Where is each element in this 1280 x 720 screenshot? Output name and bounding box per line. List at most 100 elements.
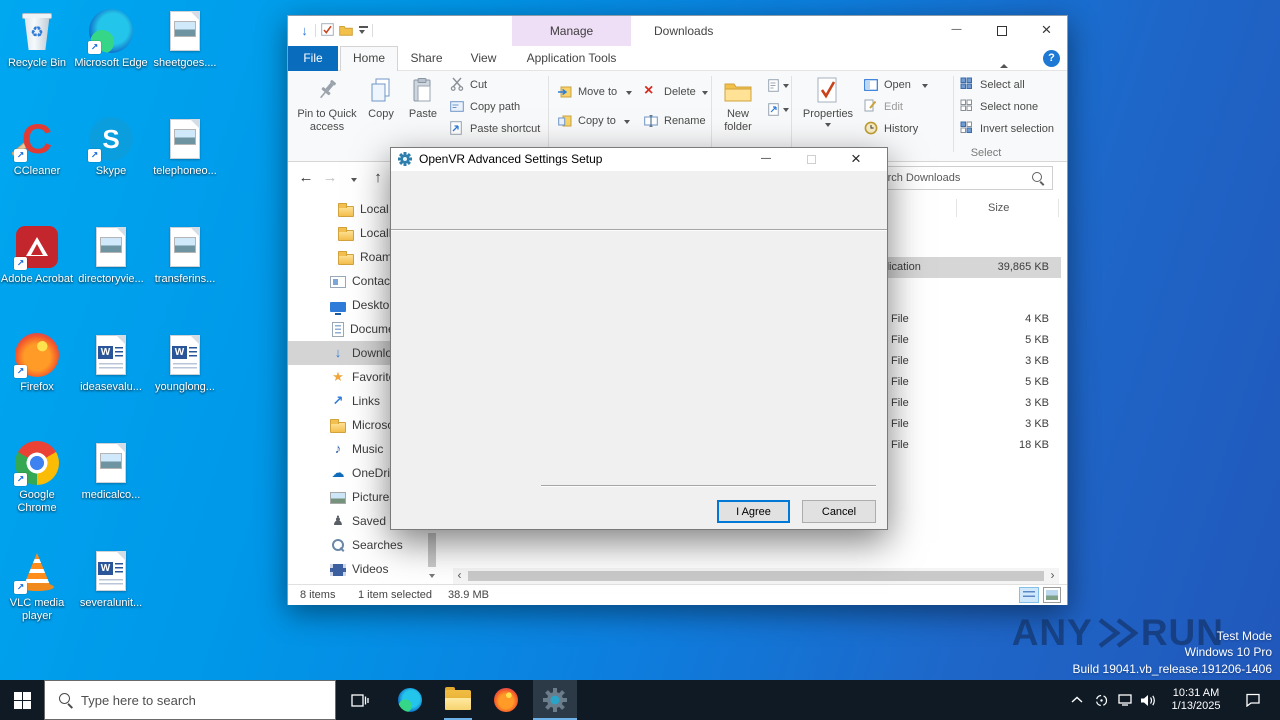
- nav-item-label: Local: [360, 202, 389, 216]
- properties-icon: [798, 77, 858, 107]
- column-separator[interactable]: [1058, 199, 1059, 217]
- button-label: Select none: [980, 101, 1039, 113]
- taskbar-firefox-button[interactable]: [484, 680, 528, 720]
- desktop-icon-label: Firefox: [20, 381, 54, 393]
- i-agree-button[interactable]: I Agree: [717, 500, 790, 523]
- open-icon: [864, 77, 878, 94]
- dropdown-caret-icon: [626, 91, 632, 95]
- taskbar-openvr-setup-button[interactable]: [533, 680, 577, 720]
- back-button[interactable]: [294, 166, 318, 190]
- network-icon: [1118, 694, 1132, 706]
- up-button[interactable]: [366, 166, 390, 190]
- desktop-icon-severalunit[interactable]: severalunit...: [74, 548, 148, 610]
- skype-icon: [88, 116, 134, 162]
- taskbar-search-input[interactable]: [81, 692, 311, 708]
- divider: [541, 486, 876, 487]
- network-button[interactable]: [1114, 680, 1136, 720]
- desktop-icon-telephoneo[interactable]: telephoneo...: [148, 116, 222, 178]
- contacts-icon: [330, 276, 346, 288]
- new-item-icon: [768, 79, 779, 95]
- divider: [953, 76, 954, 152]
- dialog-minimize-button[interactable]: [751, 148, 781, 171]
- tray-status-button[interactable]: [1090, 680, 1112, 720]
- desktop-icon-ccleaner[interactable]: CCleaner: [0, 116, 74, 178]
- scrollbar-thumb[interactable]: [468, 571, 1044, 581]
- desktop-icon-sheetgoes[interactable]: sheetgoes....: [148, 8, 222, 70]
- action-center-button[interactable]: [1238, 680, 1268, 720]
- desktop-icon-recycle-bin[interactable]: Recycle Bin: [0, 8, 74, 70]
- column-header-size[interactable]: Size: [988, 202, 1009, 214]
- maximize-button[interactable]: [979, 16, 1024, 46]
- task-view-button[interactable]: [338, 680, 382, 720]
- dialog-close-button[interactable]: [841, 148, 871, 171]
- nav-item-videos[interactable]: Videos: [288, 557, 440, 581]
- column-separator[interactable]: [956, 199, 957, 217]
- nav-item-searches[interactable]: Searches: [288, 533, 440, 557]
- desktop-icon-label: Skype: [95, 165, 127, 177]
- tab-view[interactable]: View: [455, 46, 512, 71]
- tab-share[interactable]: Share: [398, 46, 455, 71]
- copy-button[interactable]: Copy: [360, 75, 402, 139]
- file-explorer-icon: [445, 687, 471, 710]
- taskbar-explorer-button[interactable]: [436, 680, 480, 720]
- tray-expand-button[interactable]: [1066, 680, 1088, 720]
- desktop-icon-label: transferins...: [154, 273, 216, 285]
- divider: [791, 76, 792, 152]
- minimize-button[interactable]: [934, 16, 979, 46]
- paste-button[interactable]: Paste: [402, 75, 444, 139]
- properties-button[interactable]: Properties: [798, 75, 858, 139]
- tab-application-tools[interactable]: Application Tools: [512, 46, 631, 71]
- help-icon[interactable]: [1043, 50, 1060, 67]
- vlc-icon: [14, 548, 60, 594]
- new-folder-icon: [713, 77, 763, 107]
- desktop-icon-younglong[interactable]: younglong...: [148, 332, 222, 394]
- desktop-icon-ideasevalu[interactable]: ideasevalu...: [74, 332, 148, 394]
- navpane-scroll-down-arrow[interactable]: [425, 570, 439, 582]
- scroll-right-arrow[interactable]: [1046, 568, 1059, 584]
- chevron-up-icon: [1071, 696, 1083, 703]
- desktop-icon-skype[interactable]: Skype: [74, 116, 148, 178]
- shortcut-arrow-icon: [88, 149, 101, 162]
- navpane-scrollbar-thumb[interactable]: [428, 533, 436, 567]
- details-view-button[interactable]: [1019, 587, 1039, 603]
- word-file-icon: [88, 548, 134, 594]
- taskbar-edge-button[interactable]: [388, 680, 432, 720]
- scroll-left-arrow[interactable]: [453, 568, 466, 584]
- qat-customize-dropdown[interactable]: [356, 23, 371, 38]
- thumbnail-view-button[interactable]: [1043, 587, 1061, 603]
- volume-button[interactable]: [1137, 680, 1159, 720]
- qat-new-folder-icon[interactable]: [339, 23, 354, 38]
- button-label: Rename: [664, 115, 706, 127]
- desktop-icon-transferins[interactable]: transferins...: [148, 224, 222, 286]
- button-label: Copy to: [578, 115, 616, 127]
- search-icon: [1032, 172, 1045, 185]
- qat-properties-icon[interactable]: [321, 23, 336, 38]
- desktop-icon-firefox[interactable]: Firefox: [0, 332, 74, 394]
- taskbar-clock[interactable]: 10:31 AM 1/13/2025: [1160, 680, 1232, 720]
- start-button[interactable]: [0, 680, 44, 720]
- desktop-icon-directoryvie[interactable]: directoryvie...: [74, 224, 148, 286]
- new-folder-button[interactable]: New folder: [713, 75, 763, 139]
- desktop-icon-google-chrome[interactable]: Google Chrome: [0, 440, 74, 515]
- tab-home[interactable]: Home: [340, 46, 398, 71]
- taskbar-search[interactable]: [44, 680, 336, 720]
- forward-button[interactable]: [318, 166, 342, 190]
- desktop-icon-medicalco[interactable]: medicalco...: [74, 440, 148, 502]
- desktop-icon-microsoft-edge[interactable]: Microsoft Edge: [74, 8, 148, 70]
- cancel-button[interactable]: Cancel: [802, 500, 876, 523]
- nav-item-label: Links: [352, 394, 381, 408]
- close-button[interactable]: [1024, 16, 1069, 46]
- collapse-ribbon-chevron-icon[interactable]: [1000, 55, 1014, 68]
- window-title: Downloads: [654, 24, 714, 38]
- explorer-search-box[interactable]: [861, 166, 1053, 190]
- horizontal-scrollbar[interactable]: [453, 568, 1059, 584]
- pin-to-quick-access-button[interactable]: Pin to Quick access: [294, 75, 360, 139]
- file-type-cell: File: [891, 376, 909, 388]
- desktop-icon-vlc[interactable]: VLC media player: [0, 548, 74, 623]
- button-label: Paste shortcut: [470, 123, 541, 135]
- tab-file[interactable]: File: [288, 46, 338, 71]
- onedrive-cloud-icon: [330, 465, 346, 481]
- desktop-icon-adobe-acrobat[interactable]: Adobe Acrobat: [0, 224, 74, 286]
- divider: [548, 76, 549, 152]
- recent-locations-dropdown[interactable]: [342, 166, 366, 190]
